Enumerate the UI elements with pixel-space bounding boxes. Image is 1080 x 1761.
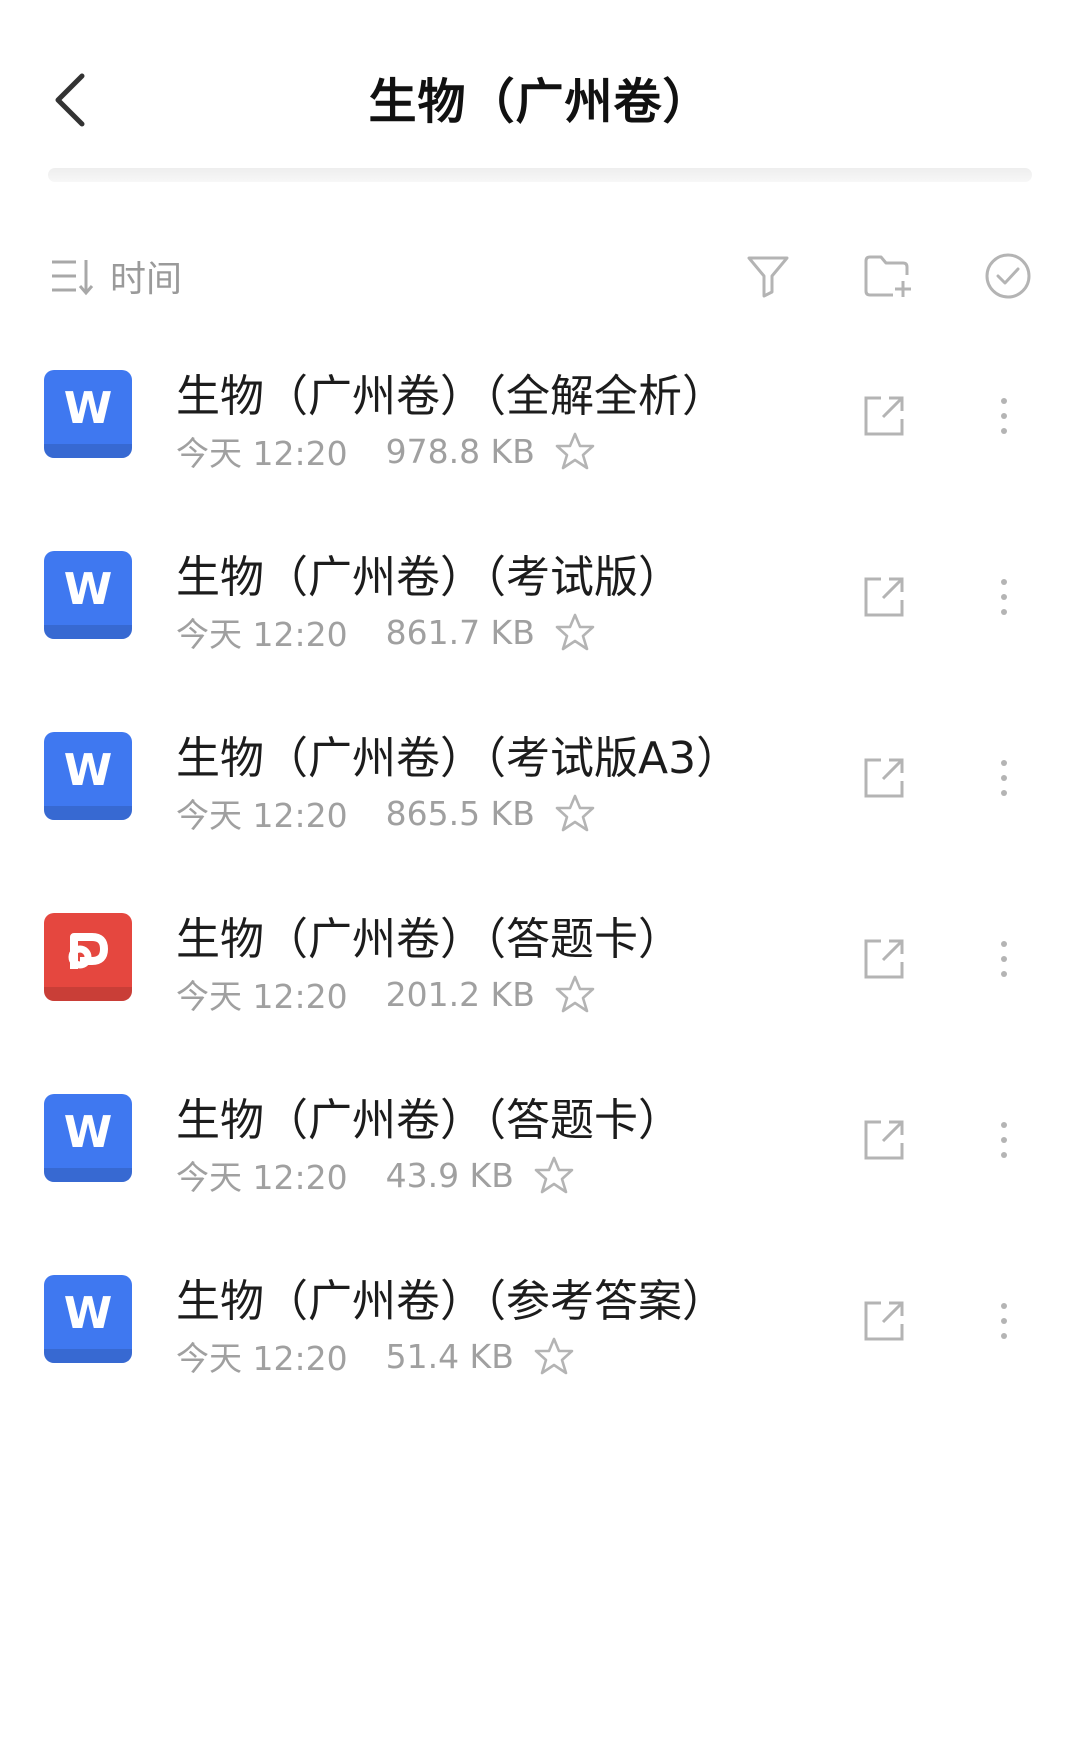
list-item[interactable]: W 生物（广州卷）（全解全析） 今天 12:20 978.8 KB — [0, 330, 1080, 511]
star-icon — [534, 1156, 574, 1194]
word-doc-icon: W — [44, 1275, 132, 1363]
list-item[interactable]: 生物（广州卷）（答题卡） 今天 12:20 201.2 KB — [0, 873, 1080, 1054]
file-date: 今天 12:20 — [176, 1339, 348, 1378]
sort-label: 时间 — [110, 259, 183, 300]
header: 生物（广州卷） — [0, 0, 1080, 200]
list-item[interactable]: W 生物（广州卷）（参考答案） 今天 12:20 51.4 KB — [0, 1235, 1080, 1416]
file-name: 生物（广州卷）（答题卡） — [176, 1095, 682, 1146]
file-date: 今天 12:20 — [176, 1158, 348, 1197]
filter-icon — [747, 256, 789, 298]
file-size: 201.2 KB — [385, 974, 535, 1014]
favorite-button[interactable] — [553, 791, 597, 835]
folder-plus-icon — [864, 255, 911, 297]
file-meta: 今天 12:20 51.4 KB — [176, 1331, 576, 1381]
more-options-button[interactable] — [984, 567, 1024, 627]
open-external-button[interactable] — [854, 748, 914, 808]
file-meta: 今天 12:20 865.5 KB — [176, 788, 597, 838]
favorite-button[interactable] — [532, 1334, 576, 1378]
sort-button[interactable]: 时间 — [50, 246, 182, 306]
presentation-p-icon — [68, 933, 108, 969]
star-icon — [555, 975, 595, 1013]
file-list: W 生物（广州卷）（全解全析） 今天 12:20 978.8 KB W 生物（广… — [0, 330, 1080, 1416]
star-icon — [555, 613, 595, 651]
external-link-icon — [864, 939, 904, 979]
external-link-icon — [864, 1120, 904, 1160]
file-browser-page: 生物（广州卷） 时间 W 生物（广州卷）（全解全析） 今天 12:20 978.… — [0, 0, 1080, 1761]
check-circle-icon — [985, 253, 1031, 299]
new-folder-button[interactable] — [858, 246, 918, 306]
more-options-button[interactable] — [984, 386, 1024, 446]
external-link-icon — [864, 758, 904, 798]
file-size: 865.5 KB — [385, 793, 535, 833]
header-divider — [48, 168, 1032, 182]
open-external-button[interactable] — [854, 567, 914, 627]
word-doc-icon: W — [44, 370, 132, 458]
open-external-button[interactable] — [854, 1291, 914, 1351]
more-vertical-icon — [1001, 398, 1007, 434]
sort-icon — [52, 260, 94, 296]
word-doc-icon: W — [44, 551, 132, 639]
more-vertical-icon — [1001, 1303, 1007, 1339]
favorite-button[interactable] — [553, 429, 597, 473]
toolbar: 时间 — [0, 240, 1080, 310]
file-meta: 今天 12:20 978.8 KB — [176, 426, 597, 476]
external-link-icon — [864, 1301, 904, 1341]
file-name: 生物（广州卷）（参考答案） — [176, 1276, 726, 1327]
list-item[interactable]: W 生物（广州卷）（考试版A3） 今天 12:20 865.5 KB — [0, 692, 1080, 873]
file-size: 861.7 KB — [385, 612, 535, 652]
star-icon — [555, 432, 595, 470]
file-name: 生物（广州卷）（考试版A3） — [176, 733, 741, 784]
list-item[interactable]: W 生物（广州卷）（答题卡） 今天 12:20 43.9 KB — [0, 1054, 1080, 1235]
word-doc-icon: W — [44, 732, 132, 820]
file-date: 今天 12:20 — [176, 434, 348, 473]
open-external-button[interactable] — [854, 386, 914, 446]
filter-button[interactable] — [738, 246, 798, 306]
more-vertical-icon — [1001, 579, 1007, 615]
more-vertical-icon — [1001, 760, 1007, 796]
word-doc-icon: W — [44, 1094, 132, 1182]
file-date: 今天 12:20 — [176, 615, 348, 654]
more-options-button[interactable] — [984, 1110, 1024, 1170]
open-external-button[interactable] — [854, 1110, 914, 1170]
file-date: 今天 12:20 — [176, 977, 348, 1016]
external-link-icon — [864, 396, 904, 436]
file-meta: 今天 12:20 861.7 KB — [176, 607, 597, 657]
file-size: 43.9 KB — [385, 1155, 514, 1195]
more-options-button[interactable] — [984, 748, 1024, 808]
more-options-button[interactable] — [984, 1291, 1024, 1351]
file-meta: 今天 12:20 201.2 KB — [176, 969, 597, 1019]
more-vertical-icon — [1001, 1122, 1007, 1158]
star-icon — [555, 794, 595, 832]
page-title: 生物（广州卷） — [368, 74, 712, 130]
favorite-button[interactable] — [553, 972, 597, 1016]
file-name: 生物（广州卷）（考试版） — [176, 552, 682, 603]
external-link-icon — [864, 577, 904, 617]
more-options-button[interactable] — [984, 929, 1024, 989]
ppt-doc-icon — [44, 913, 132, 1001]
file-size: 51.4 KB — [385, 1336, 514, 1376]
file-name: 生物（广州卷）（答题卡） — [176, 914, 682, 965]
favorite-button[interactable] — [532, 1153, 576, 1197]
more-vertical-icon — [1001, 941, 1007, 977]
file-size: 978.8 KB — [385, 431, 535, 471]
file-meta: 今天 12:20 43.9 KB — [176, 1150, 576, 1200]
file-date: 今天 12:20 — [176, 796, 348, 835]
star-icon — [534, 1337, 574, 1375]
list-item[interactable]: W 生物（广州卷）（考试版） 今天 12:20 861.7 KB — [0, 511, 1080, 692]
select-button[interactable] — [978, 246, 1038, 306]
open-external-button[interactable] — [854, 929, 914, 989]
favorite-button[interactable] — [553, 610, 597, 654]
file-name: 生物（广州卷）（全解全析） — [176, 371, 726, 422]
